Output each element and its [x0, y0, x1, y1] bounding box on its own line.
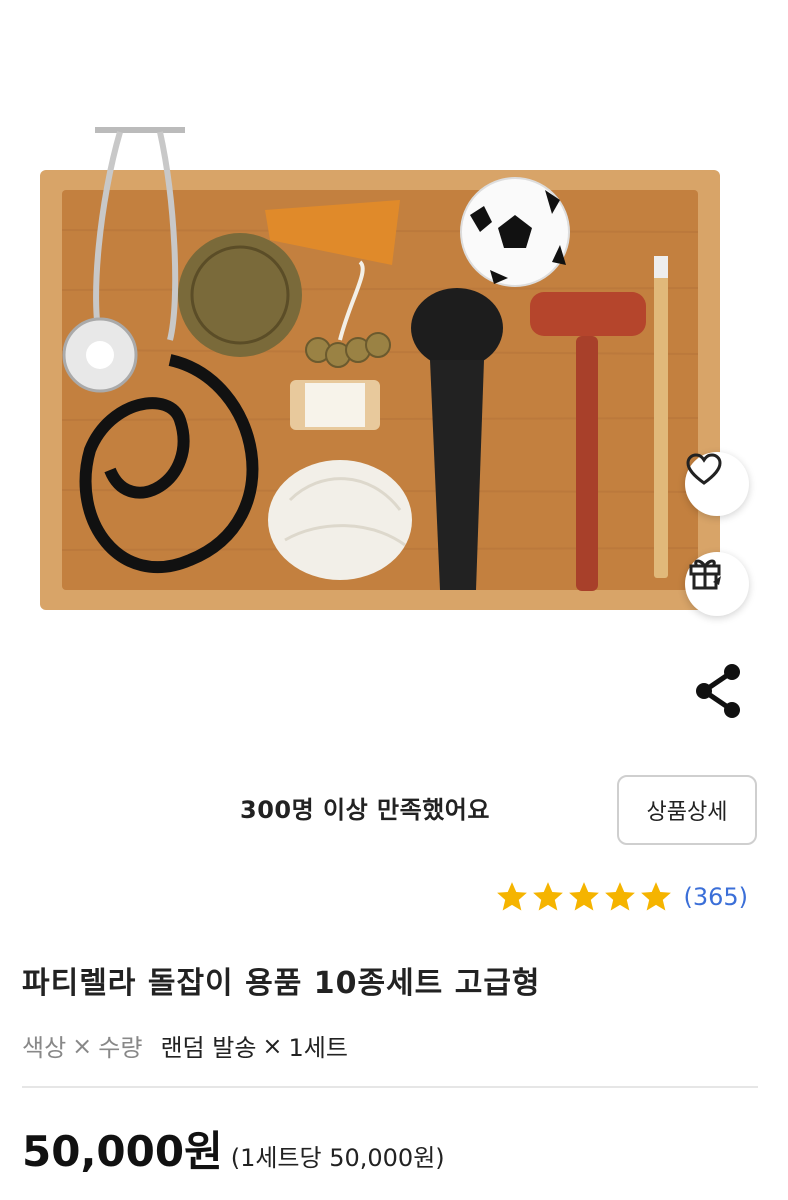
unit-price: (1세트당 50,000원) — [230, 1144, 445, 1172]
gift-button[interactable] — [685, 552, 749, 616]
divider — [22, 1086, 758, 1088]
review-count[interactable]: (365) — [683, 883, 748, 911]
gift-icon — [689, 559, 721, 590]
like-button[interactable] — [685, 452, 749, 516]
option-separator: × — [72, 1031, 93, 1060]
price: 50,000원 — [22, 1127, 223, 1176]
product-detail-button[interactable]: 상품상세 — [617, 775, 757, 845]
rating[interactable]: (365) — [495, 880, 748, 914]
color-value: 랜덤 발송 — [160, 1034, 257, 1062]
satisfaction-text: 300명 이상 만족했어요 — [240, 796, 490, 824]
share-button[interactable] — [692, 662, 746, 720]
star-icon — [533, 882, 564, 911]
product-title: 파티렐라 돌잡이 용품 10종세트 고급형 — [22, 966, 541, 1001]
price-row: 50,000원 (1세트당 50,000원) — [22, 1118, 445, 1179]
product-options: 색상 × 수량 랜덤 발송 × 1세트 — [22, 1028, 348, 1063]
product-image[interactable] — [0, 0, 788, 740]
quantity-label: 수량 — [98, 1034, 143, 1062]
share-icon — [696, 664, 740, 718]
star-icon — [605, 882, 636, 911]
heart-icon — [686, 453, 722, 485]
star-icon — [497, 882, 528, 911]
star-icon — [569, 882, 600, 911]
color-label: 색상 — [22, 1034, 67, 1062]
star-rating — [495, 880, 675, 914]
star-icon — [641, 882, 672, 911]
quantity-value: 1세트 — [288, 1034, 348, 1062]
option-separator: × — [262, 1031, 283, 1060]
